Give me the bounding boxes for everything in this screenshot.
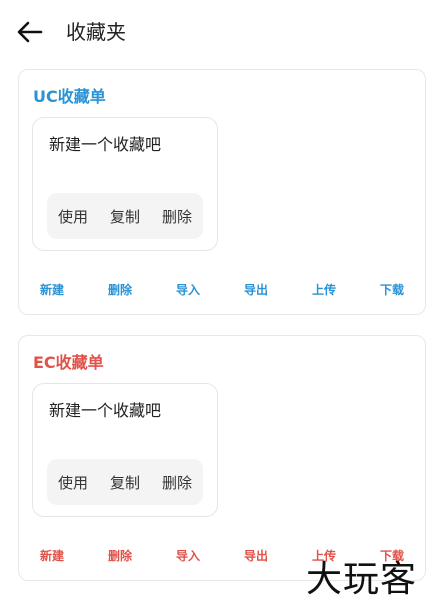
ec-favorite-item[interactable]: 新建一个收藏吧 使用 复制 删除 bbox=[32, 383, 218, 517]
ec-favorites-card: EC收藏单 新建一个收藏吧 使用 复制 删除 新建 删除 导入 导出 上传 下载 bbox=[18, 335, 426, 581]
uc-card-title: UC收藏单 bbox=[33, 87, 106, 106]
use-button[interactable]: 使用 bbox=[56, 202, 90, 231]
ec-import-button[interactable]: 导入 bbox=[163, 546, 213, 566]
delete-button[interactable]: 删除 bbox=[160, 468, 194, 497]
favorite-name: 新建一个收藏吧 bbox=[49, 135, 162, 154]
favorite-actions: 使用 复制 删除 bbox=[47, 459, 203, 505]
page-title: 收藏夹 bbox=[66, 20, 126, 44]
copy-button[interactable]: 复制 bbox=[108, 468, 142, 497]
uc-import-button[interactable]: 导入 bbox=[163, 280, 213, 300]
uc-favorite-item[interactable]: 新建一个收藏吧 使用 复制 删除 bbox=[32, 117, 218, 251]
watermark-logo: 大玩客 bbox=[306, 559, 418, 600]
top-bar: 收藏夹 bbox=[0, 0, 446, 64]
ec-card-title: EC收藏单 bbox=[33, 353, 104, 372]
uc-delete-button[interactable]: 删除 bbox=[95, 280, 145, 300]
use-button[interactable]: 使用 bbox=[56, 468, 90, 497]
arrow-left-icon bbox=[17, 21, 43, 43]
favorite-name: 新建一个收藏吧 bbox=[49, 401, 162, 420]
delete-button[interactable]: 删除 bbox=[160, 202, 194, 231]
uc-toolbar: 新建 删除 导入 导出 上传 下载 bbox=[19, 280, 425, 302]
copy-button[interactable]: 复制 bbox=[108, 202, 142, 231]
uc-upload-button[interactable]: 上传 bbox=[299, 280, 349, 300]
back-button[interactable] bbox=[12, 16, 48, 48]
uc-favorites-card: UC收藏单 新建一个收藏吧 使用 复制 删除 新建 删除 导入 导出 上传 下载 bbox=[18, 69, 426, 315]
uc-export-button[interactable]: 导出 bbox=[231, 280, 281, 300]
favorite-actions: 使用 复制 删除 bbox=[47, 193, 203, 239]
ec-new-button[interactable]: 新建 bbox=[27, 546, 77, 566]
uc-new-button[interactable]: 新建 bbox=[27, 280, 77, 300]
uc-download-button[interactable]: 下载 bbox=[367, 280, 417, 300]
ec-export-button[interactable]: 导出 bbox=[231, 546, 281, 566]
ec-delete-button[interactable]: 删除 bbox=[95, 546, 145, 566]
